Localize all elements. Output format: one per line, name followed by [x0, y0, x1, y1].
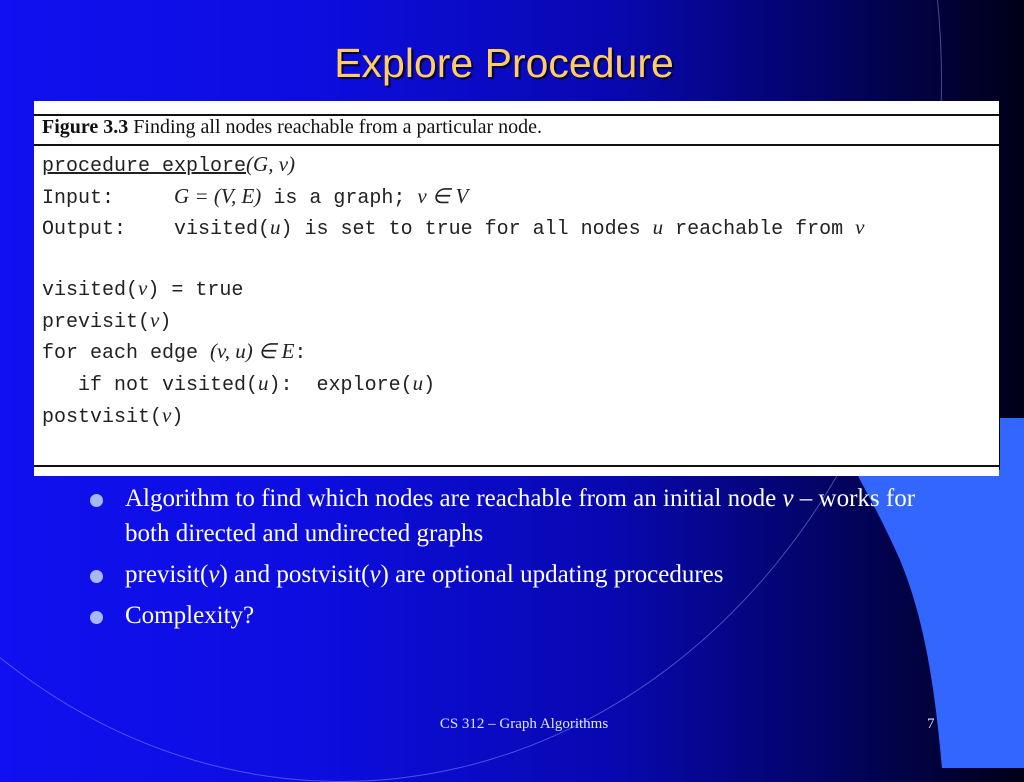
input-text: is a graph;	[261, 186, 418, 210]
bullet-text: ) are optional updating procedures	[380, 561, 724, 588]
algorithm-figure: Figure 3.3 Finding all nodes reachable f…	[34, 101, 999, 476]
figure-caption-rule	[34, 144, 999, 146]
code-line-header: procedure explore(G, v)	[42, 150, 864, 182]
output-var-u: u	[270, 215, 281, 240]
bullet-var: v	[208, 561, 220, 588]
bullet-text: ) and postvisit(	[219, 561, 370, 588]
code-line-1: visited(v) = true	[42, 275, 244, 302]
input-math-vertex: v ∈ V	[417, 183, 469, 208]
bullet-text: Algorithm to find which nodes are reacha…	[125, 485, 783, 512]
code-line-input: Input: G = (V, E) is a graph; v ∈ V	[42, 182, 864, 214]
pseudocode: procedure explore(G, v) Input: G = (V, E)…	[42, 150, 864, 432]
code-line-3: for each edge (v, u) ∈ E:	[42, 339, 307, 366]
output-var-v: v	[855, 215, 865, 240]
slide-footer: CS 312 – Graph Algorithms	[439, 716, 609, 732]
bullet-item: Complexity?	[88, 598, 918, 633]
bullet-var: v	[369, 561, 381, 588]
bullet-text: previsit(	[125, 561, 209, 588]
bullet-var: v	[782, 485, 794, 512]
input-math-graph: G = (V, E)	[174, 183, 262, 208]
code-line-5: postvisit(v)	[42, 402, 184, 429]
figure-label: Figure 3.3	[42, 116, 129, 138]
bullet-item: Algorithm to find which nodes are reacha…	[88, 481, 918, 551]
output-text-c: reachable from	[663, 218, 856, 242]
bullet-item: previsit(v) and postvisit(v) are optiona…	[88, 557, 918, 592]
code-line-2: previsit(v)	[42, 307, 172, 334]
input-label: Input:	[42, 186, 115, 210]
output-text-b: ) is set to true for all nodes	[280, 218, 653, 242]
bullet-dot-icon	[90, 570, 103, 583]
bullet-dot-icon	[90, 611, 103, 624]
procedure-keyword: procedure explore	[42, 155, 247, 178]
code-line-output: Output: visited(u) is set to true for al…	[42, 213, 864, 245]
figure-caption: Figure 3.3 Finding all nodes reachable f…	[42, 116, 542, 139]
page-number: 7	[927, 716, 935, 732]
figure-bottom-rule	[34, 465, 999, 467]
slide-title: Explore Procedure	[334, 40, 674, 86]
figure-caption-text: Finding all nodes reachable from a parti…	[133, 116, 543, 138]
output-label: Output:	[42, 218, 127, 242]
procedure-args: (G, v)	[246, 152, 296, 176]
code-line-4: if not visited(u): explore(u)	[42, 370, 436, 397]
output-text-a: visited(	[174, 218, 271, 242]
output-var-u2: u	[652, 215, 664, 240]
bullet-list: Algorithm to find which nodes are reacha…	[88, 481, 918, 639]
bullet-text: Complexity?	[125, 602, 255, 629]
bullet-dot-icon	[90, 494, 103, 507]
